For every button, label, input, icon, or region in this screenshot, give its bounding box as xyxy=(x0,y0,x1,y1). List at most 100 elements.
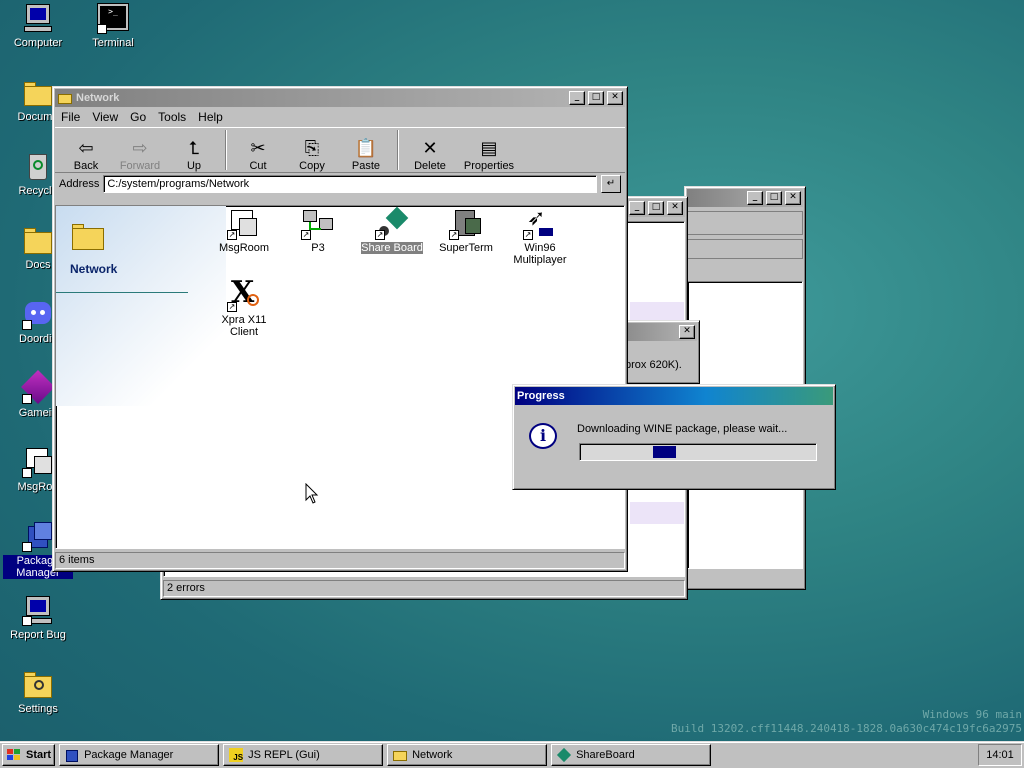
mouse-cursor xyxy=(305,482,319,508)
background-window-right-titlebar[interactable]: _ □ ✕ xyxy=(687,189,803,207)
menu-view[interactable]: View xyxy=(92,110,118,124)
delete-label: Delete xyxy=(414,160,446,172)
progress-dialog[interactable]: Progress i Downloading WINE package, ple… xyxy=(512,384,836,490)
menu-help[interactable]: Help xyxy=(198,110,223,124)
up-button[interactable]: ⮤ Up xyxy=(167,138,221,172)
xpra-icon: X ↗ xyxy=(227,276,261,312)
file-view: Network ↗ MsgRoom ↗ P3 ↗ Share Board ↗ S… xyxy=(55,205,625,549)
desktop-icon-label: Report Bug xyxy=(10,629,66,641)
clipboard-icon: 📋 xyxy=(354,138,378,159)
close-button[interactable]: ✕ xyxy=(607,91,623,105)
taskbar: Start Package Manager JS JS REPL (Gui) N… xyxy=(0,741,1024,768)
maximize-button[interactable]: □ xyxy=(588,91,604,105)
progress-bar xyxy=(579,443,817,461)
msgroom-icon: ↗ xyxy=(22,446,54,478)
close-button[interactable]: ✕ xyxy=(679,325,695,339)
docs-folder-icon xyxy=(22,224,54,256)
background-dialog-text: prox 620K). xyxy=(625,359,682,371)
documents-folder-icon xyxy=(22,76,54,108)
back-button[interactable]: ⇦ Back xyxy=(59,138,113,172)
settings-icon xyxy=(22,668,54,700)
back-arrow-icon: ⇦ xyxy=(78,138,94,159)
task-label: Package Manager xyxy=(84,749,174,761)
file-xpra-client[interactable]: X ↗ Xpra X11 Client xyxy=(208,276,280,339)
network-window[interactable]: Network _ □ ✕ File View Go Tools Help ⇦ B… xyxy=(52,86,628,572)
side-panel-rule xyxy=(56,292,188,293)
superterm-icon: ↗ xyxy=(449,208,483,240)
watermark-line-1: Windows 96 main xyxy=(922,708,1022,721)
js-icon: JS xyxy=(228,748,244,762)
file-win96-multiplayer[interactable]: ➶ ↗ Win96 Multiplayer xyxy=(504,208,576,267)
window-title: Network xyxy=(76,92,120,104)
computer-icon xyxy=(22,2,54,34)
up-folder-icon: ⮤ xyxy=(188,138,200,159)
maximize-button[interactable]: □ xyxy=(648,201,664,215)
p3-icon: ↗ xyxy=(301,208,335,240)
cut-label: Cut xyxy=(249,160,267,172)
toolbar-separator xyxy=(225,130,227,170)
properties-label: Properties xyxy=(463,160,515,172)
start-button[interactable]: Start xyxy=(2,744,56,766)
system-clock[interactable]: 14:01 xyxy=(978,744,1022,766)
start-label: Start xyxy=(26,749,52,761)
info-icon: i xyxy=(529,423,557,449)
properties-button[interactable]: ▤ Properties xyxy=(457,138,521,172)
delete-button[interactable]: ✕ Delete xyxy=(403,138,457,172)
package-manager-icon: ↗ xyxy=(22,520,54,552)
file-msgroom[interactable]: ↗ MsgRoom xyxy=(208,208,280,254)
close-button[interactable]: ✕ xyxy=(785,191,801,205)
menu-tools[interactable]: Tools xyxy=(158,110,186,124)
desktop-icon-computer[interactable]: Computer xyxy=(0,2,76,49)
file-label: Share Board xyxy=(361,242,423,254)
up-label: Up xyxy=(186,160,202,172)
folder-icon xyxy=(392,748,408,762)
minimize-button[interactable]: _ xyxy=(747,191,763,205)
file-p3[interactable]: ↗ P3 xyxy=(282,208,354,254)
gamein-icon: ↗ xyxy=(21,370,55,404)
side-panel-title: Network xyxy=(70,262,118,276)
progress-bar-fill xyxy=(653,446,676,458)
menu-file[interactable]: File xyxy=(61,110,80,124)
copy-button[interactable]: ⎘ Copy xyxy=(285,138,339,172)
cut-button[interactable]: ✂ Cut xyxy=(231,138,285,172)
msgroom-icon: ↗ xyxy=(227,208,261,240)
forward-arrow-icon: ⇨ xyxy=(132,138,148,159)
status-bar: 2 errors xyxy=(163,580,685,597)
network-window-titlebar[interactable]: Network _ □ ✕ xyxy=(55,89,625,107)
paste-button[interactable]: 📋 Paste xyxy=(339,138,393,172)
go-button[interactable]: ↵ xyxy=(601,175,621,193)
maximize-button[interactable]: □ xyxy=(766,191,782,205)
toolbar-separator xyxy=(397,130,399,170)
recycle-bin-icon xyxy=(22,150,54,182)
desktop-icon-settings[interactable]: Settings xyxy=(0,668,76,715)
toolbar: ⇦ Back ⇨ Forward ⮤ Up ✂ Cut ⎘ Copy 📋 Paste ✕ De… xyxy=(55,127,625,173)
paste-label: Paste xyxy=(351,160,381,172)
task-shareboard[interactable]: ShareBoard xyxy=(551,744,712,766)
address-input[interactable]: C:/system/programs/Network xyxy=(103,175,597,193)
copy-icon: ⎘ xyxy=(304,138,320,159)
doordis-icon: ↗ xyxy=(22,298,54,330)
desktop-icon-label: Docs xyxy=(25,259,51,271)
task-network[interactable]: Network xyxy=(387,744,548,766)
delete-x-icon: ✕ xyxy=(422,138,438,159)
task-label: ShareBoard xyxy=(576,749,635,761)
desktop-icon-label: Terminal xyxy=(92,37,134,49)
side-folder-icon xyxy=(72,224,104,250)
report-bug-icon: ↗ xyxy=(22,594,54,626)
forward-button[interactable]: ⇨ Forward xyxy=(113,138,167,172)
close-button[interactable]: ✕ xyxy=(667,201,683,215)
minimize-button[interactable]: _ xyxy=(629,201,645,215)
file-share-board[interactable]: ↗ Share Board xyxy=(356,206,428,254)
menu-go[interactable]: Go xyxy=(130,110,146,124)
file-superterm[interactable]: ↗ SuperTerm xyxy=(430,208,502,254)
progress-dialog-titlebar[interactable]: Progress xyxy=(515,387,833,405)
desktop-icon-report-bug[interactable]: ↗ Report Bug xyxy=(0,594,76,641)
task-js-repl[interactable]: JS JS REPL (Gui) xyxy=(223,744,384,766)
task-package-manager[interactable]: Package Manager xyxy=(59,744,220,766)
status-bar: 6 items xyxy=(55,552,625,569)
file-label: Xpra X11 Client xyxy=(221,314,267,338)
desktop-icon-terminal[interactable]: >_ ↗ Terminal xyxy=(75,2,151,49)
copy-label: Copy xyxy=(299,160,325,172)
minimize-button[interactable]: _ xyxy=(569,91,585,105)
share-board-icon: ↗ xyxy=(375,206,409,240)
